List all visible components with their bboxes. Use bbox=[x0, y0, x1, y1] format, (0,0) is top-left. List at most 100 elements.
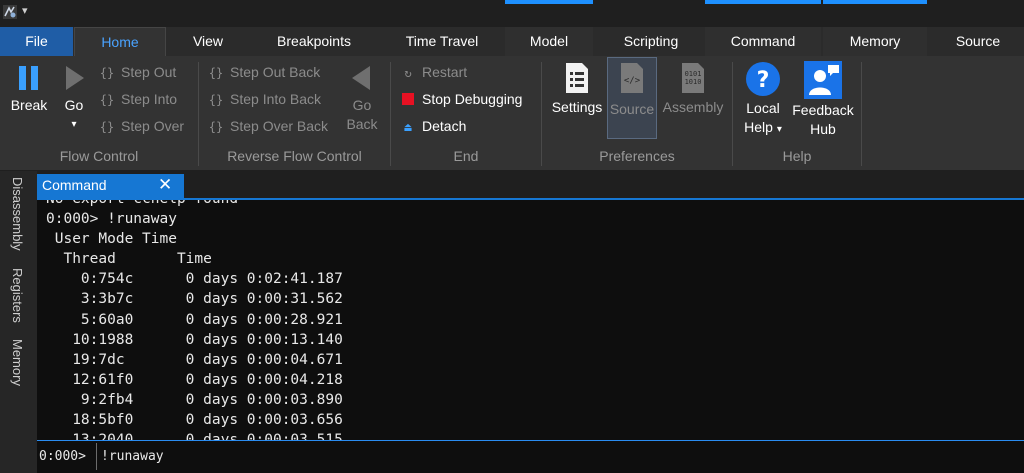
tab-memory[interactable]: Memory bbox=[823, 27, 927, 56]
command-input-row: 0:000> bbox=[37, 440, 1024, 473]
tab-command[interactable]: Command bbox=[705, 27, 821, 56]
step-over-back-label: Step Over Back bbox=[230, 118, 329, 134]
tab-time-travel[interactable]: Time Travel bbox=[383, 27, 501, 56]
tab-model[interactable]: Model bbox=[505, 27, 593, 56]
eject-icon: ⏏ bbox=[404, 120, 412, 134]
settings-button[interactable]: Settings bbox=[549, 62, 605, 117]
go-label: Go bbox=[64, 97, 84, 113]
group-label-preferences: Preferences bbox=[599, 148, 675, 164]
step-over-label: Step Over bbox=[121, 118, 185, 134]
feedback-hub-button[interactable]: Feedback Hub bbox=[790, 61, 856, 139]
pause-icon bbox=[19, 66, 38, 90]
svg-text:</>: </> bbox=[624, 76, 641, 86]
stop-debugging-label: Stop Debugging bbox=[422, 91, 523, 107]
step-into-back-label: Step Into Back bbox=[230, 91, 322, 107]
ribbon-tabs: File Home View Breakpoints Time Travel M… bbox=[0, 27, 1024, 56]
local-help-label-line1: Local bbox=[746, 100, 780, 116]
step-over-icon: {} bbox=[99, 120, 115, 134]
step-out-button[interactable]: {} Step Out bbox=[97, 61, 177, 83]
assembly-binary-icon: 0101 1010 bbox=[682, 63, 704, 93]
stop-icon bbox=[398, 89, 418, 111]
step-into-icon: {} bbox=[99, 93, 115, 107]
detach-label: Detach bbox=[422, 118, 467, 134]
step-over-back-icon: {} bbox=[208, 120, 224, 134]
restart-icon: ↻ bbox=[404, 66, 412, 80]
output-line: 3:3b7c 0 days 0:00:31.562 bbox=[46, 291, 343, 308]
ribbon: Break Go ▾ {} Step Out {} Step Into {} Step… bbox=[0, 56, 1024, 170]
step-over-button[interactable]: {} Step Over bbox=[97, 115, 184, 137]
feedback-hub-label-line2: Hub bbox=[810, 121, 836, 137]
go-button[interactable]: Go ▾ bbox=[58, 64, 90, 134]
group-label-end: End bbox=[453, 148, 479, 164]
step-out-back-icon: {} bbox=[208, 66, 224, 80]
output-line: Thread Time bbox=[46, 251, 212, 268]
output-line: 0:000> !runaway bbox=[46, 211, 177, 228]
feedback-hub-label-line1: Feedback bbox=[792, 102, 854, 118]
side-tab-registers[interactable]: Registers bbox=[0, 268, 37, 332]
group-label-flow-control: Flow Control bbox=[59, 148, 139, 164]
contextual-tab-accent bbox=[705, 0, 821, 4]
command-window-tab[interactable]: Command ✕ bbox=[37, 174, 184, 198]
svg-text:?: ? bbox=[757, 68, 770, 93]
close-icon[interactable]: ✕ bbox=[158, 175, 172, 195]
quick-access-dropdown-icon[interactable]: ▾ bbox=[22, 4, 28, 17]
assembly-button[interactable]: 0101 1010 Assembly bbox=[660, 62, 726, 117]
tab-home[interactable]: Home bbox=[74, 27, 166, 56]
assembly-label: Assembly bbox=[662, 99, 724, 115]
reverse-play-icon bbox=[352, 66, 370, 90]
settings-label: Settings bbox=[551, 99, 603, 115]
side-tab-memory[interactable]: Memory bbox=[0, 339, 37, 397]
command-input[interactable] bbox=[96, 443, 1020, 470]
play-icon bbox=[66, 66, 84, 90]
output-line: 13:2040 0 days 0:00:03.515 bbox=[46, 430, 343, 440]
step-out-icon: {} bbox=[99, 66, 115, 80]
contextual-tab-accent bbox=[505, 0, 593, 4]
tab-file[interactable]: File bbox=[0, 27, 73, 56]
command-window-title: Command bbox=[42, 177, 107, 193]
tab-scripting[interactable]: Scripting bbox=[600, 27, 702, 56]
go-back-button[interactable]: Go Back bbox=[340, 64, 384, 134]
step-into-button[interactable]: {} Step Into bbox=[97, 88, 177, 110]
local-help-button[interactable]: ? Local Help ▾ bbox=[740, 61, 786, 139]
restart-button[interactable]: ↻ Restart bbox=[398, 61, 467, 83]
command-output-lines: No export cchelp found 0:000> !runaway Us… bbox=[46, 200, 343, 440]
svg-text:1010: 1010 bbox=[685, 78, 702, 86]
feedback-hub-icon bbox=[804, 61, 842, 99]
output-line: 18:5bf0 0 days 0:00:03.656 bbox=[46, 412, 343, 429]
go-back-label-line2: Back bbox=[346, 116, 378, 132]
output-line: No export cchelp found bbox=[46, 200, 343, 209]
step-out-back-button[interactable]: {} Step Out Back bbox=[206, 61, 321, 83]
title-bar: ▾ bbox=[0, 0, 1024, 27]
detach-button[interactable]: ⏏ Detach bbox=[398, 115, 466, 137]
side-tab-disassembly[interactable]: Disassembly bbox=[0, 177, 37, 263]
step-into-back-icon: {} bbox=[208, 93, 224, 107]
output-line: 19:7dc 0 days 0:00:04.671 bbox=[46, 351, 343, 368]
tab-breakpoints[interactable]: Breakpoints bbox=[256, 27, 372, 56]
output-line: 12:61f0 0 days 0:00:04.218 bbox=[46, 371, 343, 388]
go-dropdown-icon[interactable]: ▾ bbox=[58, 115, 90, 134]
step-into-back-button[interactable]: {} Step Into Back bbox=[206, 88, 321, 110]
windbg-app-icon[interactable] bbox=[2, 4, 18, 20]
step-out-label: Step Out bbox=[121, 64, 177, 80]
step-over-back-button[interactable]: {} Step Over Back bbox=[206, 115, 328, 137]
step-out-back-label: Step Out Back bbox=[230, 64, 321, 80]
break-button[interactable]: Break bbox=[6, 64, 52, 115]
output-line: 5:60a0 0 days 0:00:28.921 bbox=[46, 311, 343, 328]
help-question-icon: ? bbox=[746, 62, 780, 96]
group-divider bbox=[861, 62, 862, 166]
local-help-label-line2: Help ▾ bbox=[744, 119, 782, 135]
source-label: Source bbox=[609, 101, 655, 117]
tab-view[interactable]: View bbox=[170, 27, 246, 56]
stop-debugging-button[interactable]: Stop Debugging bbox=[398, 88, 522, 110]
output-line: User Mode Time bbox=[46, 231, 177, 248]
step-into-label: Step Into bbox=[121, 91, 178, 107]
break-label: Break bbox=[10, 97, 48, 113]
source-button[interactable]: </> Source bbox=[607, 57, 657, 139]
command-output[interactable]: No export cchelp found 0:000> !runaway Us… bbox=[37, 200, 1024, 440]
tab-source[interactable]: Source bbox=[934, 27, 1022, 56]
group-label-reverse-flow-control: Reverse Flow Control bbox=[227, 148, 362, 164]
settings-document-icon bbox=[566, 63, 588, 93]
svg-text:0101: 0101 bbox=[685, 70, 702, 78]
output-line: 9:2fb4 0 days 0:00:03.890 bbox=[46, 391, 343, 408]
command-prompt: 0:000> bbox=[39, 449, 86, 464]
